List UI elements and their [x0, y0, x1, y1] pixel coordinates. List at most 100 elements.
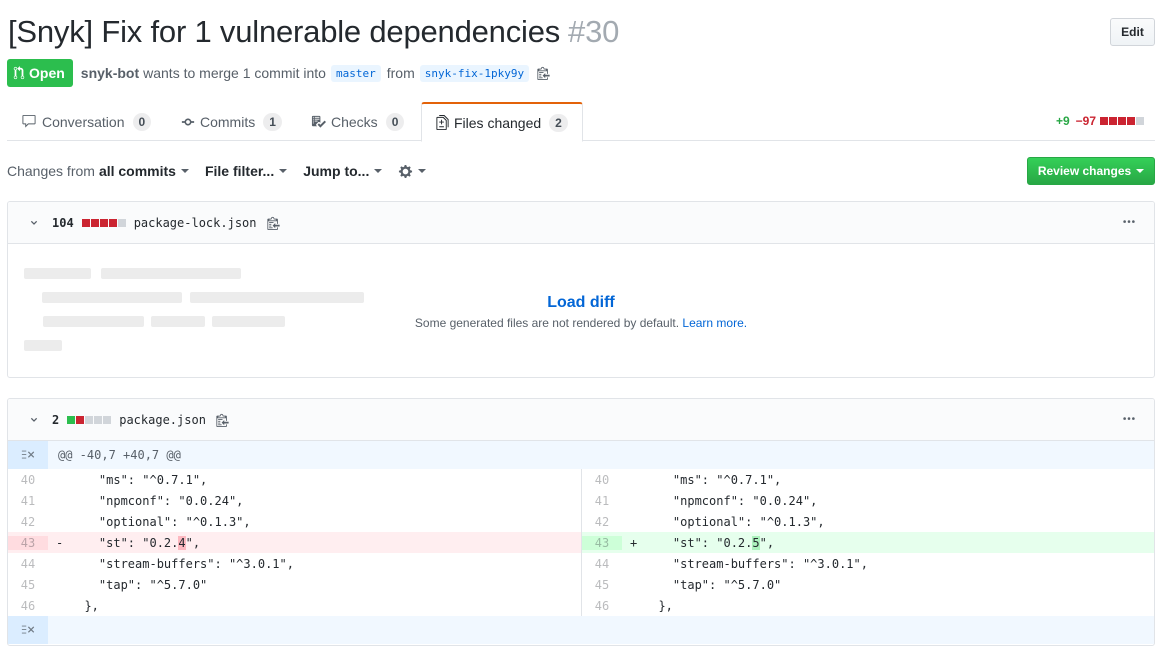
- file-name-link[interactable]: package-lock.json: [134, 216, 257, 230]
- additions-count: +9: [1055, 114, 1070, 128]
- tab-checks[interactable]: Checks 0: [297, 102, 418, 141]
- diff-line: 44 "stream-buffers": "^3.0.1",: [582, 553, 1154, 574]
- expand-up-icon[interactable]: [8, 441, 48, 469]
- state-badge: Open: [7, 59, 73, 87]
- code-line: "stream-buffers": "^3.0.1",: [644, 556, 868, 571]
- diff-line: 43- "st": "0.2.4",: [8, 532, 581, 553]
- code-line: "ms": "^0.7.1",: [644, 472, 782, 487]
- checklist-icon: [311, 115, 326, 128]
- kebab-menu-icon[interactable]: [1122, 412, 1136, 426]
- diffstat-block: [99, 218, 108, 227]
- diffstat-bar: [1100, 117, 1144, 125]
- load-diff-link[interactable]: Load diff: [8, 294, 1154, 312]
- head-branch[interactable]: snyk-fix-1pky9y: [419, 64, 530, 82]
- changed-char-highlight: 5: [752, 535, 760, 550]
- skeleton-line: [24, 268, 91, 279]
- caret-down-icon: [1136, 169, 1145, 173]
- diffstat-block: [94, 415, 103, 424]
- tab-commits[interactable]: Commits 1: [167, 102, 296, 141]
- code-line: "optional": "^0.1.3",: [70, 514, 251, 529]
- review-changes-button[interactable]: Review changes: [1027, 157, 1155, 185]
- line-number[interactable]: 45: [8, 578, 48, 592]
- diffstat: +9 −97: [1056, 114, 1144, 128]
- line-number[interactable]: 42: [582, 515, 622, 529]
- clipboard-icon[interactable]: [216, 413, 229, 427]
- tab-label: Files changed: [454, 114, 542, 131]
- clipboard-icon[interactable]: [266, 216, 280, 230]
- line-number[interactable]: 41: [582, 494, 622, 508]
- clipboard-icon[interactable]: [537, 66, 550, 80]
- code-line: "tap": "^5.7.0": [644, 577, 782, 592]
- chevron-down-icon[interactable]: [28, 415, 40, 425]
- diffstat-block: [1127, 117, 1135, 125]
- diffstat-block: [103, 415, 112, 424]
- diff-settings-dropdown[interactable]: [398, 164, 427, 179]
- tab-conversation[interactable]: Conversation 0: [7, 102, 165, 141]
- gear-icon: [399, 164, 413, 178]
- diff-line: 44 "stream-buffers": "^3.0.1",: [8, 553, 581, 574]
- state-label: Open: [29, 65, 65, 81]
- line-number[interactable]: 46: [8, 599, 48, 613]
- jump-to-label: Jump to...: [303, 163, 370, 179]
- caret-down-icon: [180, 169, 189, 173]
- comment-icon: [22, 114, 36, 128]
- tab-label: Commits: [200, 113, 256, 130]
- diff-line: 45 "tap": "^5.7.0": [8, 574, 581, 595]
- skeleton-line: [101, 268, 241, 279]
- code-text: ",: [185, 535, 201, 550]
- diffstat-block: [85, 415, 94, 424]
- learn-more-link[interactable]: Learn more.: [682, 316, 747, 330]
- diff-left-side: 40 "ms": "^0.7.1", 41 "npmconf": "0.0.24"…: [8, 469, 582, 616]
- from-text: from: [386, 65, 415, 81]
- changed-char-highlight: 4: [178, 535, 186, 550]
- file-filter-dropdown[interactable]: File filter...: [205, 163, 288, 179]
- tab-label: Conversation: [42, 113, 125, 130]
- line-number[interactable]: 44: [582, 557, 622, 571]
- line-number[interactable]: 45: [582, 578, 622, 592]
- pr-tabs: Conversation 0 Commits 1 Checks 0 Files …: [7, 102, 1155, 142]
- pr-number: #30: [568, 14, 620, 49]
- diff-line: 41 "npmconf": "0.0.24",: [8, 490, 581, 511]
- line-number[interactable]: 46: [582, 599, 622, 613]
- line-number[interactable]: 43: [582, 535, 622, 550]
- code-text: "st": "0.2.: [70, 535, 179, 550]
- kebab-menu-icon[interactable]: [1122, 215, 1136, 229]
- tab-files-changed[interactable]: Files changed 2: [421, 102, 583, 142]
- jump-to-dropdown[interactable]: Jump to...: [303, 163, 383, 179]
- git-pull-request-icon: [13, 66, 25, 80]
- code-line: "stream-buffers": "^3.0.1",: [70, 556, 294, 571]
- diff-line: 41 "npmconf": "0.0.24",: [582, 490, 1154, 511]
- edit-button[interactable]: Edit: [1110, 18, 1155, 46]
- diff-line: 42 "optional": "^0.1.3",: [8, 511, 581, 532]
- tab-counter: 0: [132, 112, 152, 131]
- changes-from-label: Changes from: [7, 163, 95, 179]
- line-number[interactable]: 41: [8, 494, 48, 508]
- caret-down-icon: [374, 169, 383, 173]
- file-package-lock: 104 package-lock.json Load diff Some gen…: [7, 201, 1155, 378]
- expand-down-icon[interactable]: [8, 616, 48, 644]
- author-link[interactable]: snyk-bot: [81, 65, 139, 81]
- file-diffstat-bar: [67, 415, 112, 424]
- diffstat-block: [81, 218, 90, 227]
- code-line: "st": "0.2.5",: [644, 535, 775, 550]
- file-name-link[interactable]: package.json: [119, 413, 206, 427]
- caret-down-icon: [418, 169, 427, 173]
- line-number[interactable]: 40: [582, 473, 622, 487]
- file-body-placeholder: Load diff Some generated files are not r…: [8, 244, 1154, 377]
- all-commits-label: all commits: [98, 163, 176, 179]
- skeleton-line: [24, 340, 62, 351]
- code-text: "st": "0.2.: [644, 535, 753, 550]
- hunk-footer-row: [8, 616, 1154, 644]
- line-number[interactable]: 40: [8, 473, 48, 487]
- commit-icon: [181, 118, 195, 125]
- line-number[interactable]: 42: [8, 515, 48, 529]
- changes-from-dropdown[interactable]: Changes from all commits: [7, 163, 189, 179]
- code-text: ",: [759, 535, 775, 550]
- diffstat-block: [117, 218, 126, 227]
- file-header: 104 package-lock.json: [8, 202, 1154, 244]
- chevron-down-icon[interactable]: [28, 218, 40, 228]
- base-branch[interactable]: master: [330, 64, 381, 82]
- file-package-json: 2 package.json @@ -40,7 +40,7 @@ 40 "ms"…: [7, 398, 1155, 646]
- line-number[interactable]: 44: [8, 557, 48, 571]
- line-number[interactable]: 43: [8, 535, 48, 550]
